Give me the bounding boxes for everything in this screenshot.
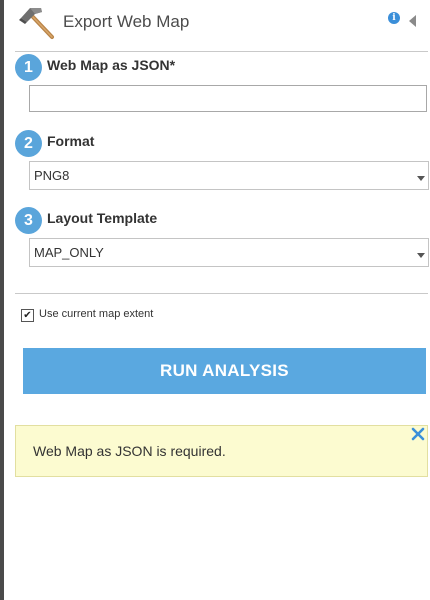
chevron-down-icon	[417, 176, 425, 181]
step-number-badge: 1	[15, 54, 42, 81]
hammer-icon	[18, 4, 58, 40]
layout-template-select[interactable]: MAP_ONLY	[29, 238, 429, 267]
chevron-down-icon	[417, 253, 425, 258]
panel-title: Export Web Map	[63, 12, 190, 31]
info-icon[interactable]: i	[388, 12, 400, 24]
format-select[interactable]: PNG8	[29, 161, 429, 190]
run-analysis-button[interactable]: RUN ANALYSIS	[23, 348, 426, 394]
step-number-badge: 2	[15, 130, 42, 157]
step-number-badge: 3	[15, 207, 42, 234]
step-label: Format	[47, 133, 95, 149]
step-label: Layout Template	[47, 210, 158, 226]
web-map-json-input[interactable]	[29, 85, 427, 112]
panel-header: Export Web Map i	[4, 0, 430, 48]
window-edge	[0, 0, 4, 600]
options-divider	[15, 293, 428, 294]
header-divider	[15, 51, 428, 52]
layout-template-select-value: MAP_ONLY	[34, 245, 104, 260]
validation-message-text: Web Map as JSON is required.	[33, 443, 226, 459]
format-select-value: PNG8	[34, 168, 70, 183]
collapse-panel-icon[interactable]	[409, 15, 416, 27]
close-icon[interactable]	[410, 426, 426, 442]
use-current-extent-label[interactable]: Use current map extent	[39, 308, 153, 320]
step-label: Web Map as JSON*	[47, 57, 176, 73]
use-current-extent-checkbox[interactable]: ✔	[21, 309, 34, 322]
validation-message: Web Map as JSON is required.	[15, 425, 428, 477]
